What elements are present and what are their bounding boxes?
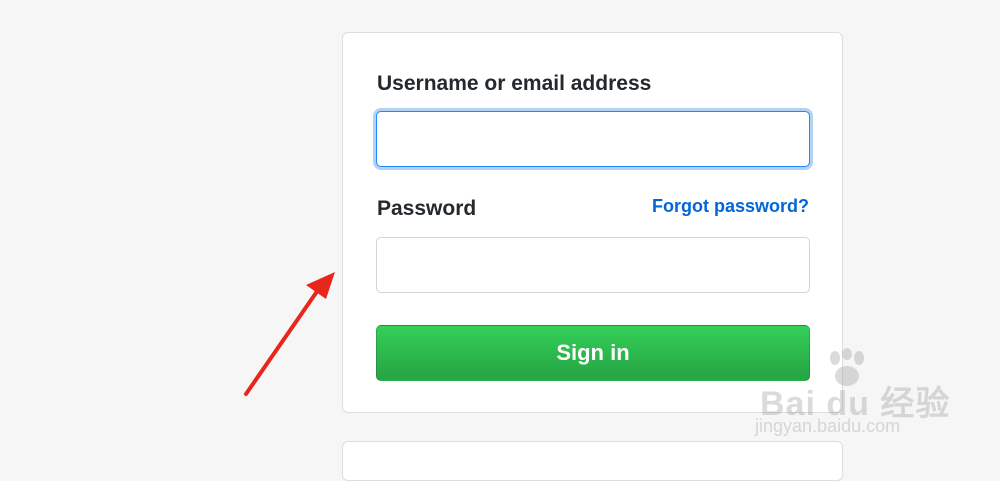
password-input[interactable] [376, 237, 810, 293]
watermark-url: jingyan.baidu.com [755, 416, 901, 436]
forgot-password-link[interactable]: Forgot password? [652, 196, 809, 217]
username-label: Username or email address [377, 72, 652, 95]
baidu-watermark: Bai du 经验 jingyan.baidu.com [745, 348, 949, 448]
username-input[interactable] [376, 111, 810, 167]
password-label: Password [377, 197, 477, 220]
